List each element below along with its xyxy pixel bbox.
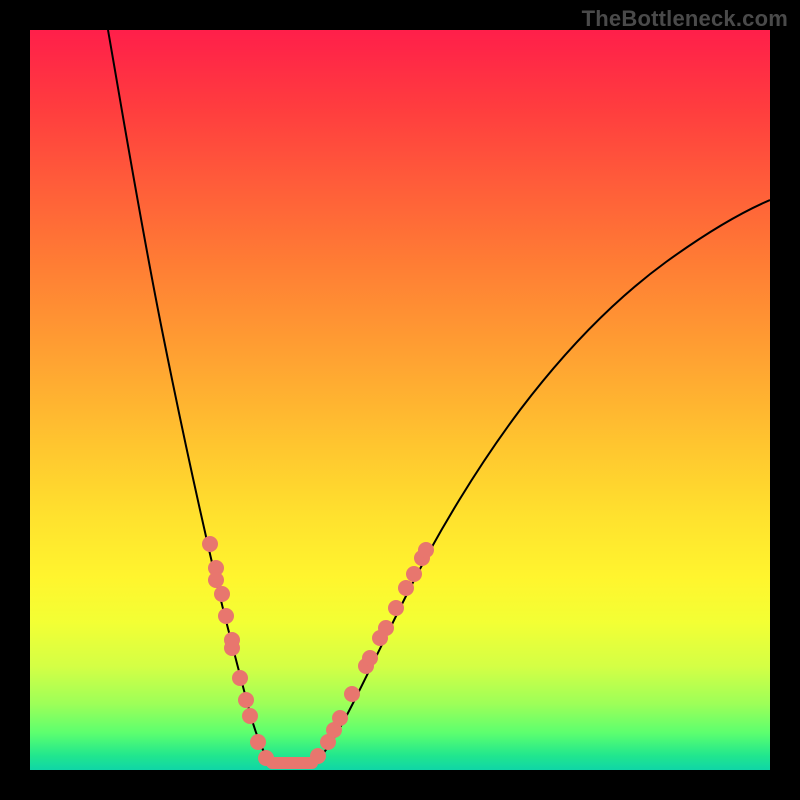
chart-frame: TheBottleneck.com: [0, 0, 800, 800]
data-dot: [208, 572, 224, 588]
data-dot: [406, 566, 422, 582]
data-dot: [362, 650, 378, 666]
dots-right-group: [310, 542, 434, 764]
plot-area: [30, 30, 770, 770]
data-dot: [218, 608, 234, 624]
data-dot: [310, 748, 326, 764]
curve-left-branch: [108, 30, 276, 765]
watermark-text: TheBottleneck.com: [582, 6, 788, 32]
data-dot: [202, 536, 218, 552]
data-dot: [258, 750, 274, 766]
data-dot: [242, 708, 258, 724]
chart-svg: [30, 30, 770, 770]
data-dot: [344, 686, 360, 702]
data-dot: [232, 670, 248, 686]
data-dot: [332, 710, 348, 726]
data-dot: [250, 734, 266, 750]
data-dot: [398, 580, 414, 596]
data-dot: [418, 542, 434, 558]
data-dot: [378, 620, 394, 636]
data-dot: [214, 586, 230, 602]
curve-right-branch: [310, 200, 770, 765]
data-dot: [388, 600, 404, 616]
dots-left-group: [202, 536, 274, 766]
data-dot: [238, 692, 254, 708]
data-dot: [224, 640, 240, 656]
